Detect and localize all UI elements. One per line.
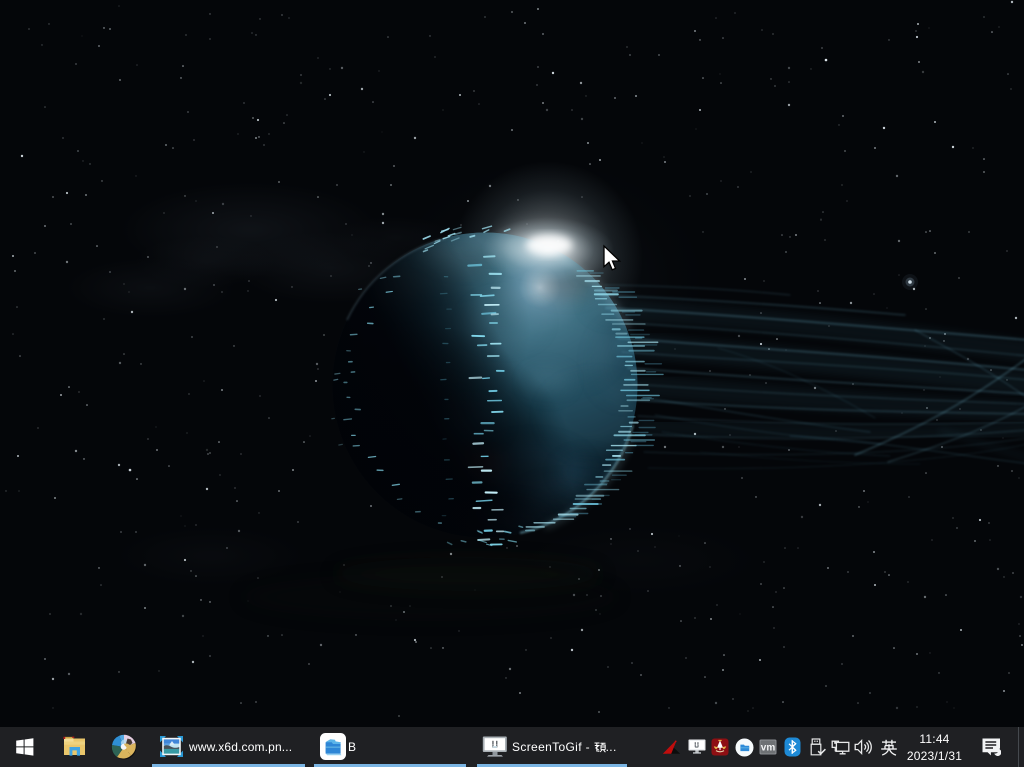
svg-text:vm: vm <box>761 743 776 754</box>
